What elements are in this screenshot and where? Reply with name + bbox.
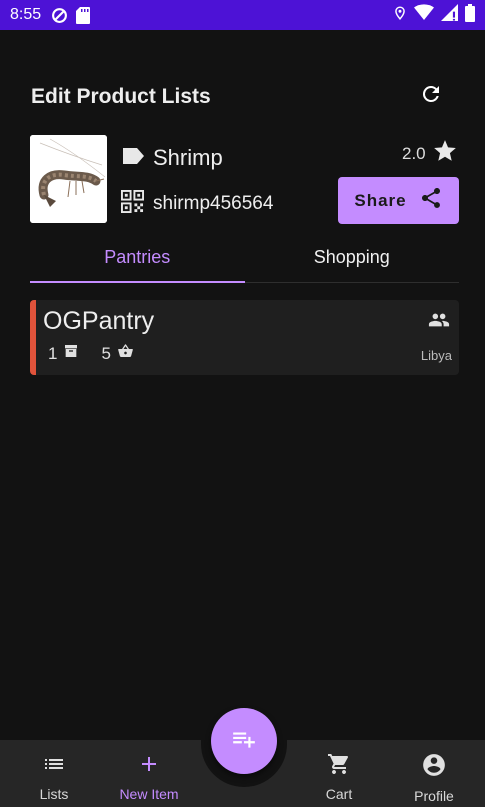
share-icon xyxy=(419,186,443,215)
share-label: Share xyxy=(354,190,407,210)
qr-code-icon xyxy=(121,190,144,218)
product-code: shirmp456564 xyxy=(153,193,274,214)
nav-lists-label: Lists xyxy=(39,786,69,802)
group-icon xyxy=(425,309,453,336)
rating-value: 2.0 xyxy=(402,143,426,163)
basket-icon xyxy=(117,343,134,364)
sd-card-icon xyxy=(76,6,91,24)
pantry-stats: 1 5 xyxy=(48,343,156,364)
nav-new-item-label: New Item xyxy=(119,786,179,802)
pantry-card[interactable]: OGPantry 1 5 Libya xyxy=(30,300,459,375)
list-icon xyxy=(42,752,66,781)
nav-cart[interactable]: Cart xyxy=(299,752,379,802)
add-to-list-fab[interactable] xyxy=(211,708,277,774)
status-time: 8:55 xyxy=(10,6,42,23)
product-name: Shrimp xyxy=(153,145,223,170)
status-bar: 8:55 xyxy=(0,0,485,30)
archive-icon xyxy=(63,343,79,364)
tab-pantries[interactable]: Pantries xyxy=(30,233,245,283)
page-title: Edit Product Lists xyxy=(31,85,211,108)
refresh-icon xyxy=(419,82,443,111)
star-icon xyxy=(432,138,458,169)
tab-shopping[interactable]: Shopping xyxy=(245,233,460,282)
product-code-row: shirmp456564 xyxy=(121,190,273,218)
battery-icon xyxy=(465,3,475,27)
pantry-name: OGPantry xyxy=(43,307,155,335)
share-button[interactable]: Share xyxy=(338,177,459,224)
item-count: 5 xyxy=(101,343,111,363)
refresh-button[interactable] xyxy=(418,83,444,109)
pantry-items-stat: 5 xyxy=(101,343,133,364)
status-right-icons xyxy=(393,3,475,27)
pantry-color-bar xyxy=(30,300,36,375)
pantry-storage-stat: 1 xyxy=(48,343,79,364)
pantry-location: Libya xyxy=(420,348,452,363)
nav-new-item[interactable]: New Item xyxy=(109,752,189,802)
label-tag-icon xyxy=(121,146,145,171)
product-rating: 2.0 xyxy=(402,138,458,169)
screen: 8:55 Edit Product Lists Shrimp shirmp456… xyxy=(0,0,485,807)
storage-count: 1 xyxy=(48,343,58,363)
playlist-add-icon xyxy=(231,726,257,757)
cart-icon xyxy=(327,752,351,781)
wifi-icon xyxy=(414,4,434,26)
product-name-row: Shrimp xyxy=(121,145,223,171)
location-icon xyxy=(393,4,407,27)
nav-cart-label: Cart xyxy=(325,786,353,802)
account-circle-icon xyxy=(421,752,447,783)
signal-icon xyxy=(441,4,458,26)
nav-lists[interactable]: Lists xyxy=(14,752,94,802)
nav-profile-label: Profile xyxy=(414,788,454,804)
product-image xyxy=(30,135,107,223)
plus-icon xyxy=(137,752,161,781)
do-not-disturb-icon xyxy=(51,7,68,24)
nav-profile[interactable]: Profile xyxy=(394,752,474,804)
list-tabs: Pantries Shopping xyxy=(30,233,459,283)
